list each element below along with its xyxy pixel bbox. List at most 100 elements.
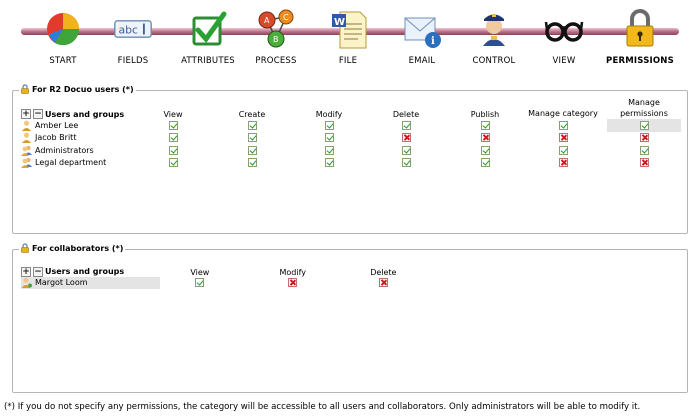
user-cell[interactable]: Jacob Britt xyxy=(21,132,139,145)
user-cell[interactable]: Margot Loom xyxy=(21,276,160,289)
police-officer-icon xyxy=(483,14,505,46)
wizard-step-attributes[interactable]: ATTRIBUTES xyxy=(171,8,245,70)
permission-cell xyxy=(361,132,451,145)
permission-granted-checkbox[interactable] xyxy=(168,120,178,130)
col-manage-permissions: Manage permissions xyxy=(620,98,668,118)
user-cell[interactable]: Administrators xyxy=(21,144,139,157)
permission-denied-checkbox[interactable] xyxy=(401,133,411,143)
permission-cell xyxy=(519,119,607,132)
pie-chart-icon xyxy=(47,13,80,46)
permission-cell xyxy=(207,157,297,170)
permission-granted-checkbox[interactable] xyxy=(324,158,334,168)
permission-cell xyxy=(139,144,207,157)
collab-group-title: For collaborators (*) xyxy=(32,243,124,253)
permission-cell xyxy=(346,277,421,290)
add-collaborator-button[interactable]: + xyxy=(21,266,31,277)
glasses-icon xyxy=(544,21,584,42)
permission-granted-checkbox[interactable] xyxy=(401,145,411,155)
checkbox-icon xyxy=(192,11,227,46)
padlock-icon xyxy=(626,9,654,47)
permission-granted-checkbox[interactable] xyxy=(168,133,178,143)
wizard-step-control[interactable]: CONTROL xyxy=(457,8,531,70)
wizard-step-email[interactable]: i EMAIL xyxy=(385,8,459,70)
users-column-header: + − Users and groups xyxy=(21,93,139,119)
col-view: View xyxy=(163,110,183,119)
permission-cell xyxy=(519,132,607,145)
permission-cell xyxy=(361,157,451,170)
user-cell[interactable]: Legal department xyxy=(21,157,139,170)
permission-granted-checkbox[interactable] xyxy=(401,158,411,168)
wizard-step-label: FILE xyxy=(338,56,358,66)
permission-cell xyxy=(451,144,519,157)
wizard-step-file[interactable]: W FILE xyxy=(311,8,385,70)
col-delete: Delete xyxy=(392,110,420,119)
word-document-icon: W xyxy=(332,11,367,49)
wizard-step-label: PERMISSIONS xyxy=(606,56,674,66)
permission-cell xyxy=(139,132,207,145)
process-nodes-icon: A C B xyxy=(258,9,294,48)
col-delete: Delete xyxy=(370,267,397,277)
permission-granted-checkbox[interactable] xyxy=(480,145,490,155)
permission-cell xyxy=(139,119,207,132)
permission-granted-checkbox[interactable] xyxy=(639,145,649,155)
permission-granted-checkbox[interactable] xyxy=(247,120,257,130)
svg-text:C: C xyxy=(283,13,289,22)
permission-granted-checkbox[interactable] xyxy=(324,145,334,155)
group-icon xyxy=(21,145,32,156)
wizard-step-permissions[interactable]: PERMISSIONS xyxy=(603,8,677,70)
permission-cell xyxy=(361,119,451,132)
permission-denied-checkbox[interactable] xyxy=(639,133,649,143)
collaborator-icon xyxy=(21,277,32,289)
users-permissions-table: + − Users and groups View Create Modify … xyxy=(21,93,681,169)
user-cell[interactable]: Amber Lee xyxy=(21,119,139,132)
permission-denied-checkbox[interactable] xyxy=(558,158,568,168)
permission-granted-checkbox[interactable] xyxy=(401,120,411,130)
permission-granted-checkbox[interactable] xyxy=(195,278,205,288)
remove-user-button[interactable]: − xyxy=(33,109,43,119)
permission-granted-checkbox[interactable] xyxy=(480,120,490,130)
wizard-step-label: VIEW xyxy=(552,56,576,66)
table-row[interactable]: Administrators xyxy=(21,144,681,157)
permission-denied-checkbox[interactable] xyxy=(480,133,490,143)
permission-granted-checkbox[interactable] xyxy=(168,158,178,168)
table-row[interactable]: Legal department xyxy=(21,157,681,170)
table-row[interactable]: Amber Lee xyxy=(21,119,681,132)
col-view: View xyxy=(190,267,210,277)
permission-granted-checkbox[interactable] xyxy=(639,120,649,130)
table-row[interactable]: Jacob Britt xyxy=(21,132,681,145)
svg-text:A: A xyxy=(264,16,270,25)
wizard-step-process[interactable]: A C B PROCESS xyxy=(239,8,313,70)
wizard-step-fields[interactable]: abc FIELDS xyxy=(96,8,170,70)
collab-users-label: Users and groups xyxy=(45,267,125,276)
svg-text:W: W xyxy=(334,17,345,28)
remove-collaborator-button[interactable]: − xyxy=(33,266,43,277)
permission-granted-checkbox[interactable] xyxy=(247,133,257,143)
permission-denied-checkbox[interactable] xyxy=(378,278,388,288)
permission-denied-checkbox[interactable] xyxy=(639,158,649,168)
user-icon xyxy=(22,132,31,144)
permission-granted-checkbox[interactable] xyxy=(558,120,568,130)
permission-cell xyxy=(607,132,681,145)
collaborators-permissions-group: For collaborators (*) + − Users and grou… xyxy=(12,243,688,393)
permission-granted-checkbox[interactable] xyxy=(480,158,490,168)
wizard-step-view[interactable]: VIEW xyxy=(527,8,601,70)
permission-granted-checkbox[interactable] xyxy=(324,133,334,143)
permission-granted-checkbox[interactable] xyxy=(247,158,257,168)
permission-cell xyxy=(297,144,361,157)
users-permissions-group: For R2 Docuo users (*) + − Users and gro… xyxy=(12,84,688,234)
table-row[interactable]: Margot Loom xyxy=(21,276,421,290)
permission-cell xyxy=(519,157,607,170)
col-modify: Modify xyxy=(315,110,343,119)
group-icon xyxy=(21,158,32,169)
permission-granted-checkbox[interactable] xyxy=(247,145,257,155)
permission-denied-checkbox[interactable] xyxy=(558,133,568,143)
wizard-step-start[interactable]: START xyxy=(26,8,100,70)
permission-denied-checkbox[interactable] xyxy=(288,278,298,288)
permission-cell xyxy=(451,157,519,170)
add-user-button[interactable]: + xyxy=(21,109,31,119)
permission-cell xyxy=(361,144,451,157)
permission-granted-checkbox[interactable] xyxy=(168,145,178,155)
permission-granted-checkbox[interactable] xyxy=(558,145,568,155)
permission-cell xyxy=(519,144,607,157)
permission-granted-checkbox[interactable] xyxy=(324,120,334,130)
